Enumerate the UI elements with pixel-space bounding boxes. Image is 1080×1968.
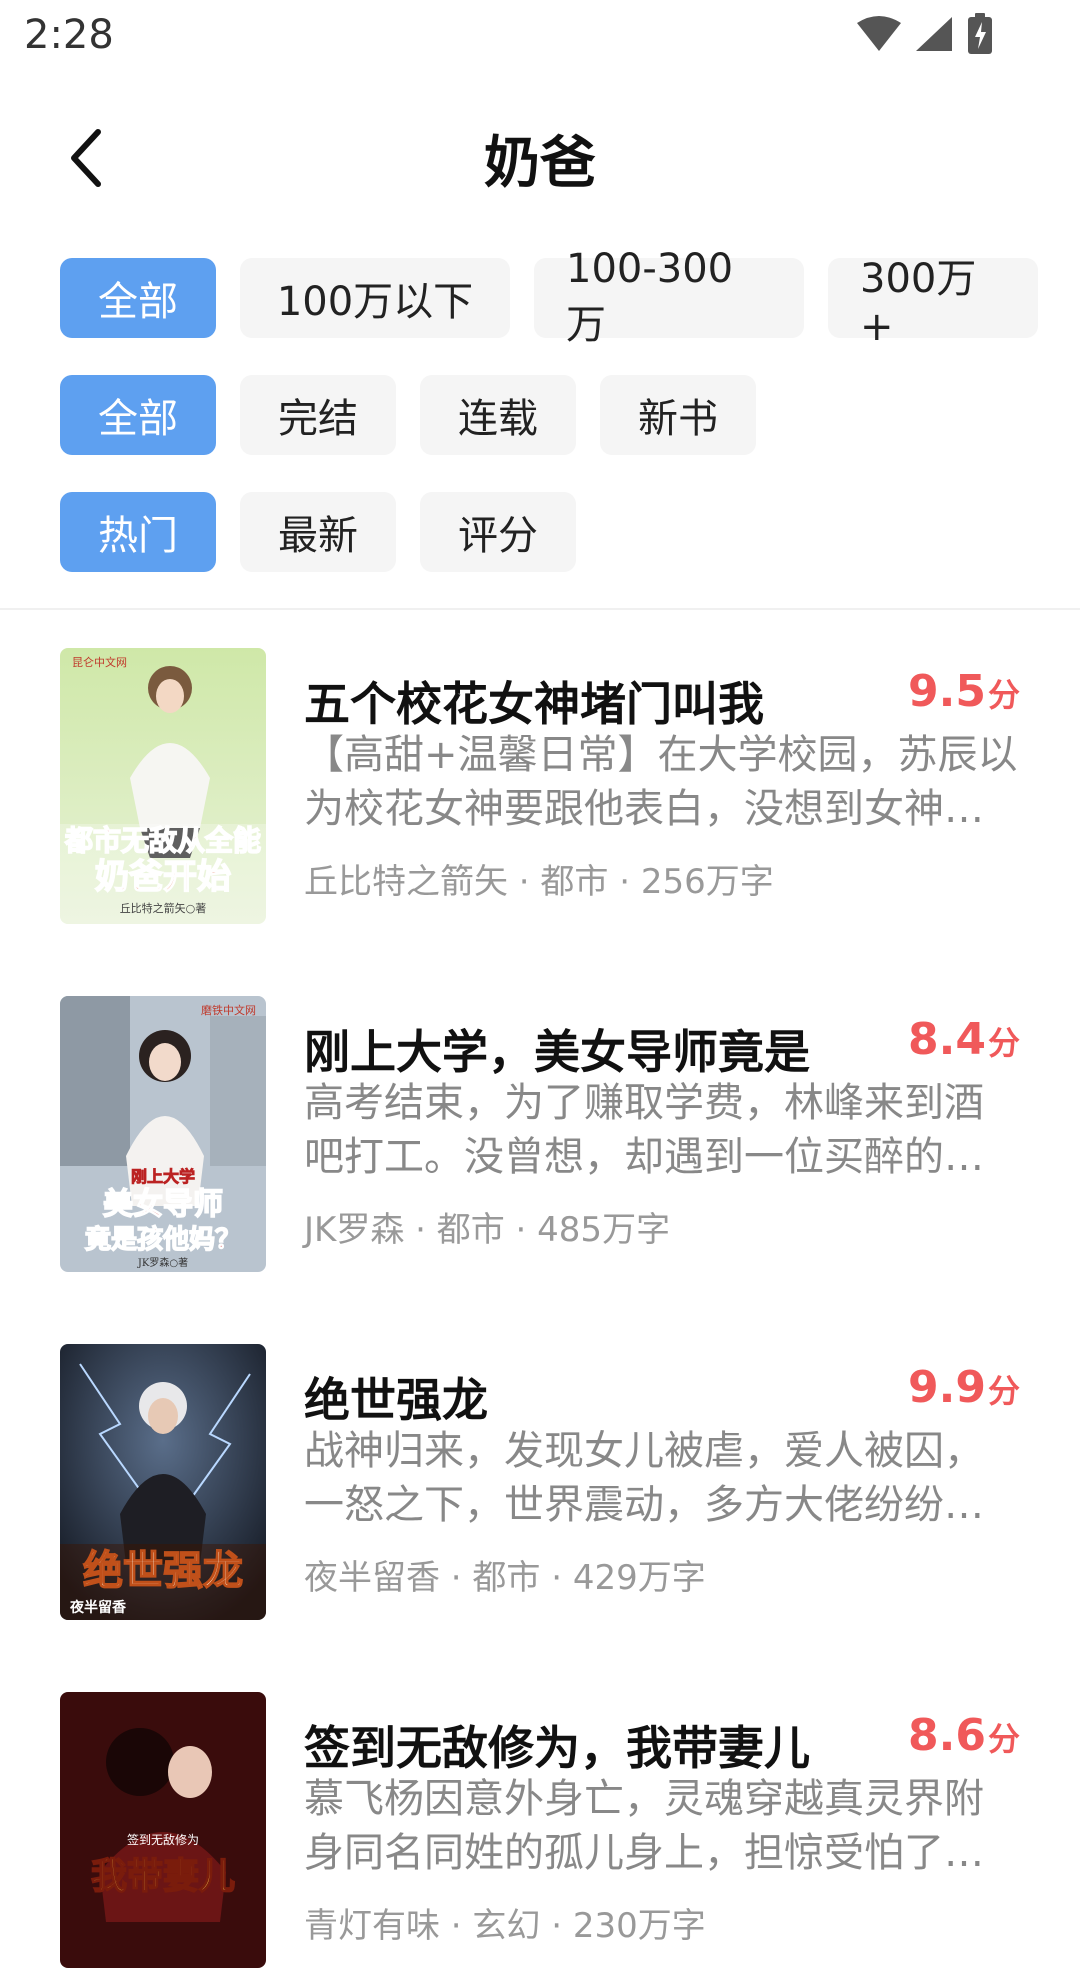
filter-status-new[interactable]: 新书 [600, 375, 756, 455]
word-count-filter-row: 全部 100万以下 100-300万 300万+ [60, 246, 1038, 350]
book-item[interactable]: 绝世强龙 夜半留香 绝世强龙 9.9分 战神归来，发现女儿被虐，爱人被囚，一怒之… [60, 1344, 1020, 1620]
status-icons [856, 13, 994, 54]
filter-wordcount-100-300w[interactable]: 100-300万 [534, 246, 804, 348]
score-value: 9.9 [908, 1362, 986, 1413]
filter-wordcount-all[interactable]: 全部 [60, 258, 216, 338]
sort-latest[interactable]: 最新 [240, 492, 396, 572]
book-meta: 丘比特之箭矢 · 都市 · 256万字 [304, 862, 774, 902]
sort-hot[interactable]: 热门 [60, 492, 216, 572]
svg-text:签到无敌修为: 签到无敌修为 [127, 1832, 199, 1847]
book-cover: 签到无敌修为 我带妻儿 [60, 1692, 266, 1968]
book-meta: JK罗森 · 都市 · 485万字 [304, 1210, 671, 1250]
svg-text:夜半留香: 夜半留香 [69, 1599, 127, 1616]
score-value: 8.4 [908, 1014, 986, 1065]
book-cover: 磨铁中文网 刚上大学 美女导师 竟是孩他妈？ JK罗森○著 [60, 996, 266, 1272]
svg-text:磨铁中文网: 磨铁中文网 [201, 1003, 256, 1017]
filter-status-all[interactable]: 全部 [60, 375, 216, 455]
battery-icon [968, 13, 992, 54]
book-cover: 昆仑中文网 都市无敌从全能 奶爸开始 丘比特之箭矢○著 [60, 648, 266, 924]
svg-text:昆仑中文网: 昆仑中文网 [72, 655, 127, 669]
book-description: 高考结束，为了赚取学费，林峰来到酒吧打工。没曾想，却遇到一位买醉的美女 [304, 1080, 984, 1180]
svg-text:刚上大学: 刚上大学 [131, 1167, 195, 1186]
score-unit: 分 [987, 1720, 1020, 1758]
filter-status-completed[interactable]: 完结 [240, 375, 396, 455]
book-meta: 夜半留香 · 都市 · 429万字 [304, 1558, 706, 1598]
score-unit: 分 [987, 676, 1020, 714]
book-title: 五个校花女神堵门叫我 [304, 677, 764, 731]
book-cover: 绝世强龙 夜半留香 [60, 1344, 266, 1620]
book-item[interactable]: 磨铁中文网 刚上大学 美女导师 竟是孩他妈？ JK罗森○著 刚上大学，美女导师竟… [60, 996, 1020, 1272]
filter-wordcount-under-100w[interactable]: 100万以下 [240, 258, 510, 338]
filter-status-serializing[interactable]: 连载 [420, 375, 576, 455]
status-bar: 2:28 [0, 0, 1080, 72]
status-time: 2:28 [24, 12, 114, 58]
book-meta: 青灯有味 · 玄幻 · 230万字 [304, 1906, 706, 1946]
divider [0, 608, 1080, 610]
svg-text:JK罗森○著: JK罗森○著 [137, 1256, 188, 1269]
header: 奶爸 [0, 100, 1080, 216]
signal-icon [916, 17, 952, 51]
book-description: 慕飞杨因意外身亡，灵魂穿越真灵界附身同名同姓的孤儿身上，担惊受怕了十几年 [304, 1776, 984, 1876]
wifi-icon [857, 16, 901, 51]
book-title: 刚上大学，美女导师竟是 [304, 1025, 810, 1079]
sort-filter-row: 热门 最新 评分 [60, 492, 576, 572]
book-item[interactable]: 昆仑中文网 都市无敌从全能 奶爸开始 丘比特之箭矢○著 五个校花女神堵门叫我 9… [60, 648, 1020, 924]
book-score: 9.9分 [908, 1362, 1020, 1413]
status-filter-row: 全部 完结 连载 新书 [60, 375, 756, 455]
score-unit: 分 [987, 1372, 1020, 1410]
book-score: 8.6分 [908, 1710, 1020, 1761]
svg-text:奶爸开始: 奶爸开始 [95, 857, 231, 897]
book-item[interactable]: 签到无敌修为 我带妻儿 签到无敌修为，我带妻儿 8.6分 慕飞杨因意外身亡，灵魂… [60, 1692, 1020, 1968]
score-value: 8.6 [908, 1710, 986, 1761]
score-value: 9.5 [908, 666, 986, 717]
svg-text:我带妻儿: 我带妻儿 [91, 1855, 235, 1897]
book-description: 【高甜+温馨日常】在大学校园，苏辰以为校花女神要跟他表白，没想到女神却是来找女儿… [304, 732, 1018, 832]
sort-rating[interactable]: 评分 [420, 492, 576, 572]
book-score: 9.5分 [908, 666, 1020, 717]
svg-text:丘比特之箭矢○著: 丘比特之箭矢○著 [120, 901, 207, 915]
book-score: 8.4分 [908, 1014, 1020, 1065]
svg-text:都市无敌从全能: 都市无敌从全能 [64, 824, 261, 857]
page-title: 奶爸 [484, 131, 596, 196]
filter-wordcount-over-300w[interactable]: 300万+ [828, 256, 1038, 350]
book-title: 签到无敌修为，我带妻儿 [304, 1721, 810, 1775]
svg-text:美女导师: 美女导师 [103, 1187, 223, 1222]
svg-text:绝世强龙: 绝世强龙 [83, 1547, 243, 1594]
book-description: 战神归来，发现女儿被虐，爱人被囚，一怒之下，世界震动，多方大佬纷纷前来 [304, 1428, 984, 1528]
book-title: 绝世强龙 [304, 1373, 488, 1427]
score-unit: 分 [987, 1024, 1020, 1062]
svg-text:竟是孩他妈？: 竟是孩他妈？ [85, 1224, 241, 1255]
